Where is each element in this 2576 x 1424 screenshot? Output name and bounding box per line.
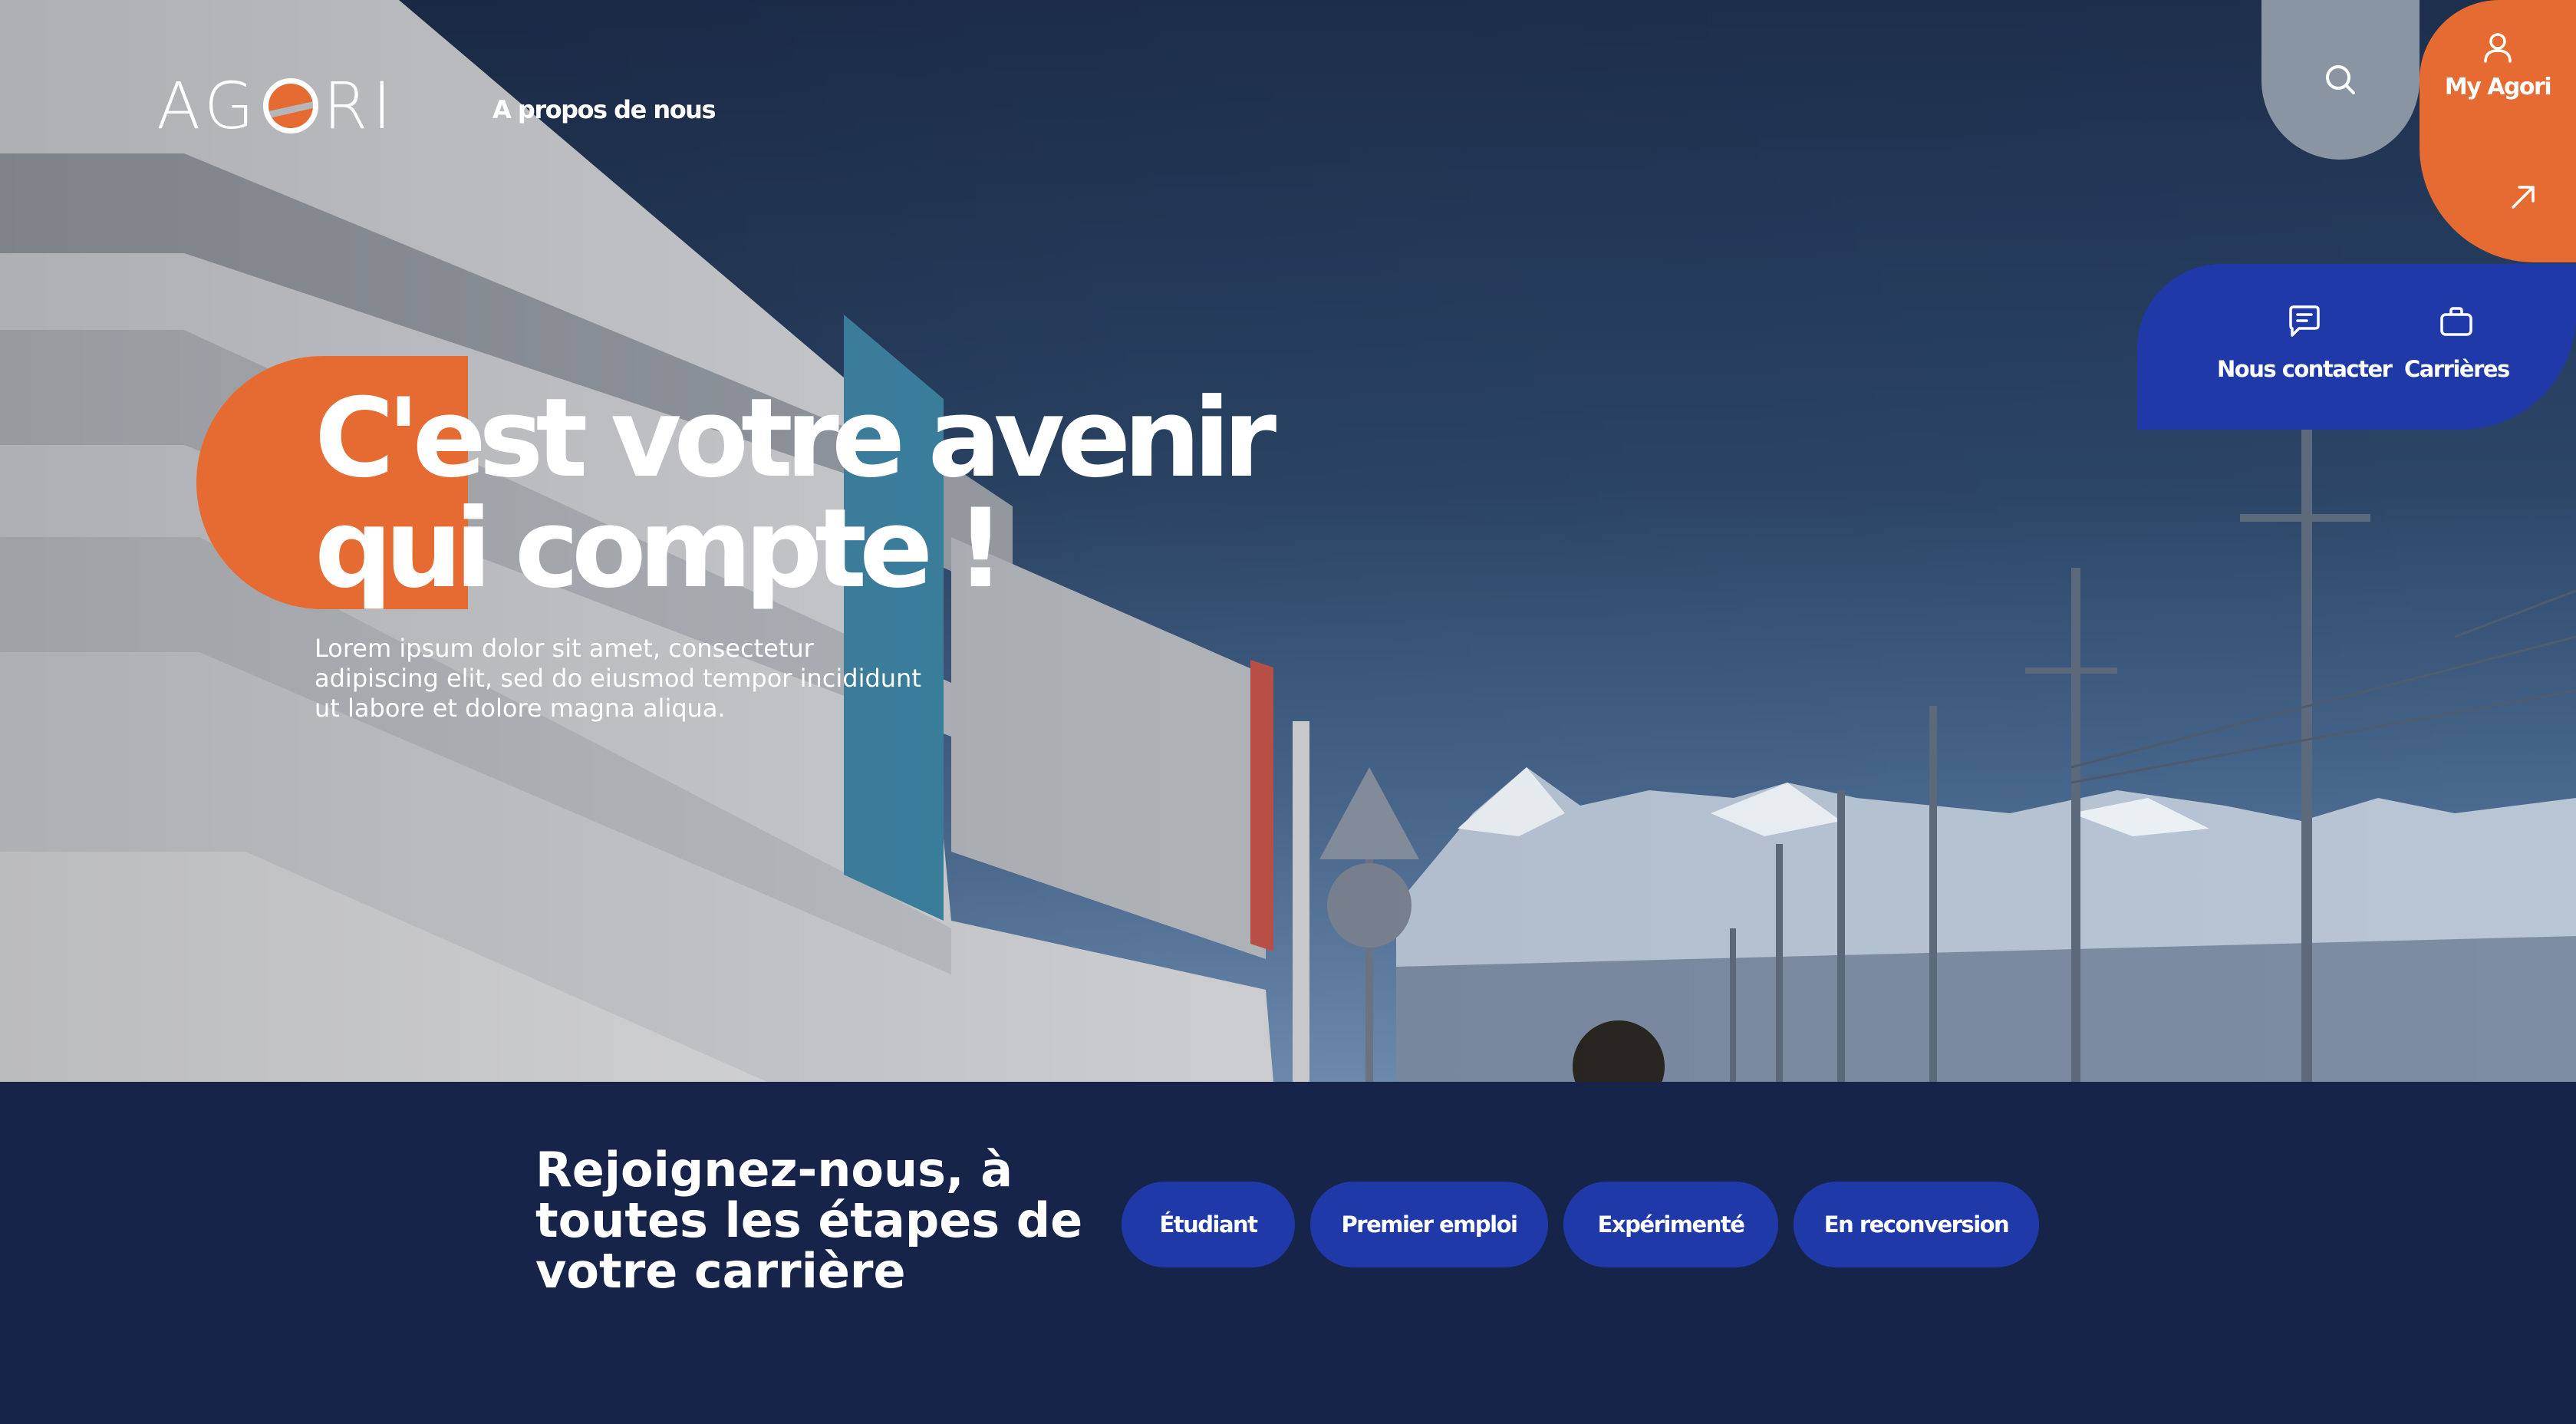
- headline-line-1: C'est votre avenir: [315, 375, 1276, 502]
- contact-label: Nous contacter: [2217, 356, 2393, 382]
- search-button[interactable]: [2261, 0, 2420, 160]
- nav-link-about[interactable]: A propos de nous: [492, 95, 716, 124]
- arrow-up-right-icon: [2512, 186, 2535, 209]
- stage-button-student[interactable]: Étudiant: [1122, 1182, 1295, 1267]
- hero-section: AGRI A propos de nous My Agori Nous con: [0, 0, 2576, 1082]
- careers-link[interactable]: Carrières: [2404, 304, 2510, 382]
- search-icon: [2326, 65, 2355, 94]
- career-stages-title: Rejoignez-nous, à toutes les étapes de v…: [535, 1142, 1083, 1299]
- agori-logo[interactable]: AG RI: [156, 68, 396, 143]
- stage-button-experienced[interactable]: Expérimenté: [1563, 1182, 1778, 1267]
- logo-yin-yang-mark: [263, 78, 319, 134]
- careers-label: Carrières: [2404, 356, 2510, 382]
- page-title: C'est votre avenir qui compte !: [315, 384, 1276, 605]
- my-agori-label: My Agori: [2444, 74, 2552, 101]
- briefcase-icon: [2440, 307, 2473, 336]
- stage-button-career-change[interactable]: En reconversion: [1794, 1182, 2039, 1267]
- contact-link[interactable]: Nous contacter: [2217, 304, 2393, 382]
- user-icon: [2484, 33, 2512, 63]
- hero-lead-text: Lorem ipsum dolor sit amet, consectetur …: [315, 634, 921, 723]
- chat-icon: [2288, 305, 2320, 337]
- headline-line-2: qui compte !: [315, 486, 1006, 612]
- quick-links-panel: Nous contacter Carrières: [2137, 264, 2576, 430]
- stage-button-first-job[interactable]: Premier emploi: [1310, 1182, 1548, 1267]
